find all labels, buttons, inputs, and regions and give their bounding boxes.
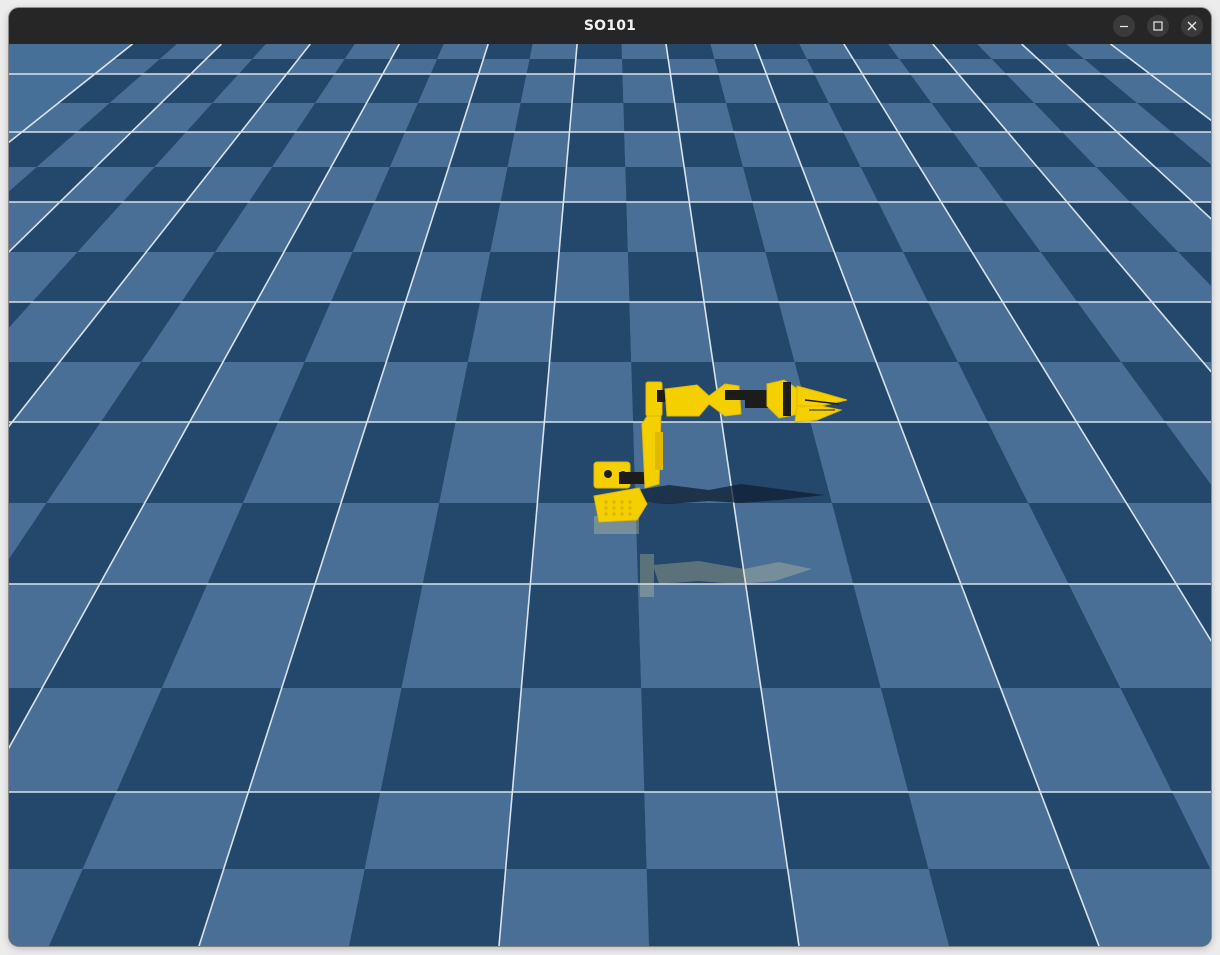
floor-tile [559, 202, 628, 252]
minimize-button[interactable] [1113, 15, 1135, 37]
base-hole [604, 506, 608, 510]
maximize-button[interactable] [1147, 15, 1169, 37]
floor-tile [710, 44, 761, 59]
scene-canvas[interactable] [9, 44, 1211, 946]
close-button[interactable] [1181, 15, 1203, 37]
floor-tile [666, 44, 715, 59]
base-hole [612, 506, 616, 510]
base-hole [628, 500, 632, 504]
floor-tile [529, 44, 578, 59]
floor-tile [641, 688, 777, 792]
app-window: SO101 [9, 8, 1211, 946]
base-hole [620, 506, 624, 510]
floor-tile [776, 792, 929, 869]
floor-tile [638, 584, 761, 688]
minimize-icon [1120, 25, 1128, 28]
floor-tile [621, 44, 669, 59]
floor-tile [500, 167, 567, 202]
floor-tile [554, 252, 630, 302]
floor-tile [401, 584, 531, 688]
base-hole [628, 506, 632, 510]
floor-tile [349, 869, 506, 946]
floor-tile [622, 59, 671, 74]
floor-tile [380, 688, 522, 792]
floor-tile [674, 103, 734, 132]
floor-tile [625, 167, 690, 202]
floor-tile [563, 167, 627, 202]
floor-tile [668, 59, 719, 74]
floor-tile [574, 59, 623, 74]
floor-tile [623, 103, 679, 132]
floor-tile [629, 302, 713, 362]
floor-tile [490, 202, 564, 252]
floor-tile [575, 44, 622, 59]
floor-tile [430, 59, 484, 74]
base-hole [612, 500, 616, 504]
floor-tile [437, 44, 489, 59]
floor-tile [512, 688, 645, 792]
floor-tile [514, 103, 572, 132]
floor-tile [627, 252, 705, 302]
title-bar[interactable]: SO101 [9, 8, 1211, 44]
floor-tile [460, 103, 521, 132]
floor-tile [644, 792, 788, 869]
floor-tile [626, 202, 697, 252]
window-title: SO101 [583, 18, 637, 34]
floor-tile [714, 59, 767, 74]
base-hole [628, 512, 632, 516]
base-hole [620, 512, 624, 516]
floor-tile [526, 59, 576, 74]
floor-tile [646, 869, 799, 946]
floor-tile [382, 59, 438, 74]
floor-tile [505, 792, 647, 869]
floor-tile [670, 74, 727, 103]
floor-tile [704, 302, 795, 362]
floor-tile [455, 362, 550, 422]
base-hole [604, 512, 608, 516]
floor-tile [437, 167, 508, 202]
floor-tile [684, 167, 753, 202]
floor-tile [624, 132, 685, 167]
floor-tile [696, 252, 779, 302]
floor-tile [480, 252, 560, 302]
floor-tile [223, 792, 381, 869]
floor-tile [566, 132, 626, 167]
floor-tile [679, 132, 743, 167]
floor-tile [760, 59, 815, 74]
floor-tile [364, 792, 513, 869]
close-icon [1187, 21, 1197, 31]
floor-tile [569, 103, 625, 132]
floor-tile [199, 869, 365, 946]
floor-tile [622, 74, 675, 103]
3d-viewport[interactable] [9, 44, 1211, 946]
floor-tile [483, 44, 533, 59]
floor-tile [467, 302, 555, 362]
floor-tile [787, 869, 949, 946]
floor-tile [507, 132, 570, 167]
base-hole [620, 500, 624, 504]
floor-tile [499, 869, 649, 946]
floor-tile [478, 59, 530, 74]
floor-tile [544, 362, 634, 422]
base-hole [604, 500, 608, 504]
maximize-icon [1153, 21, 1163, 31]
floor-tile [422, 503, 538, 584]
floor-tile [689, 202, 766, 252]
base-hole [612, 512, 616, 516]
floor-tile [572, 74, 624, 103]
floor-tile [754, 44, 807, 59]
floor-tile [521, 584, 642, 688]
floor-tile [439, 422, 545, 503]
floor-tile [549, 302, 632, 362]
floor-tile [520, 74, 575, 103]
